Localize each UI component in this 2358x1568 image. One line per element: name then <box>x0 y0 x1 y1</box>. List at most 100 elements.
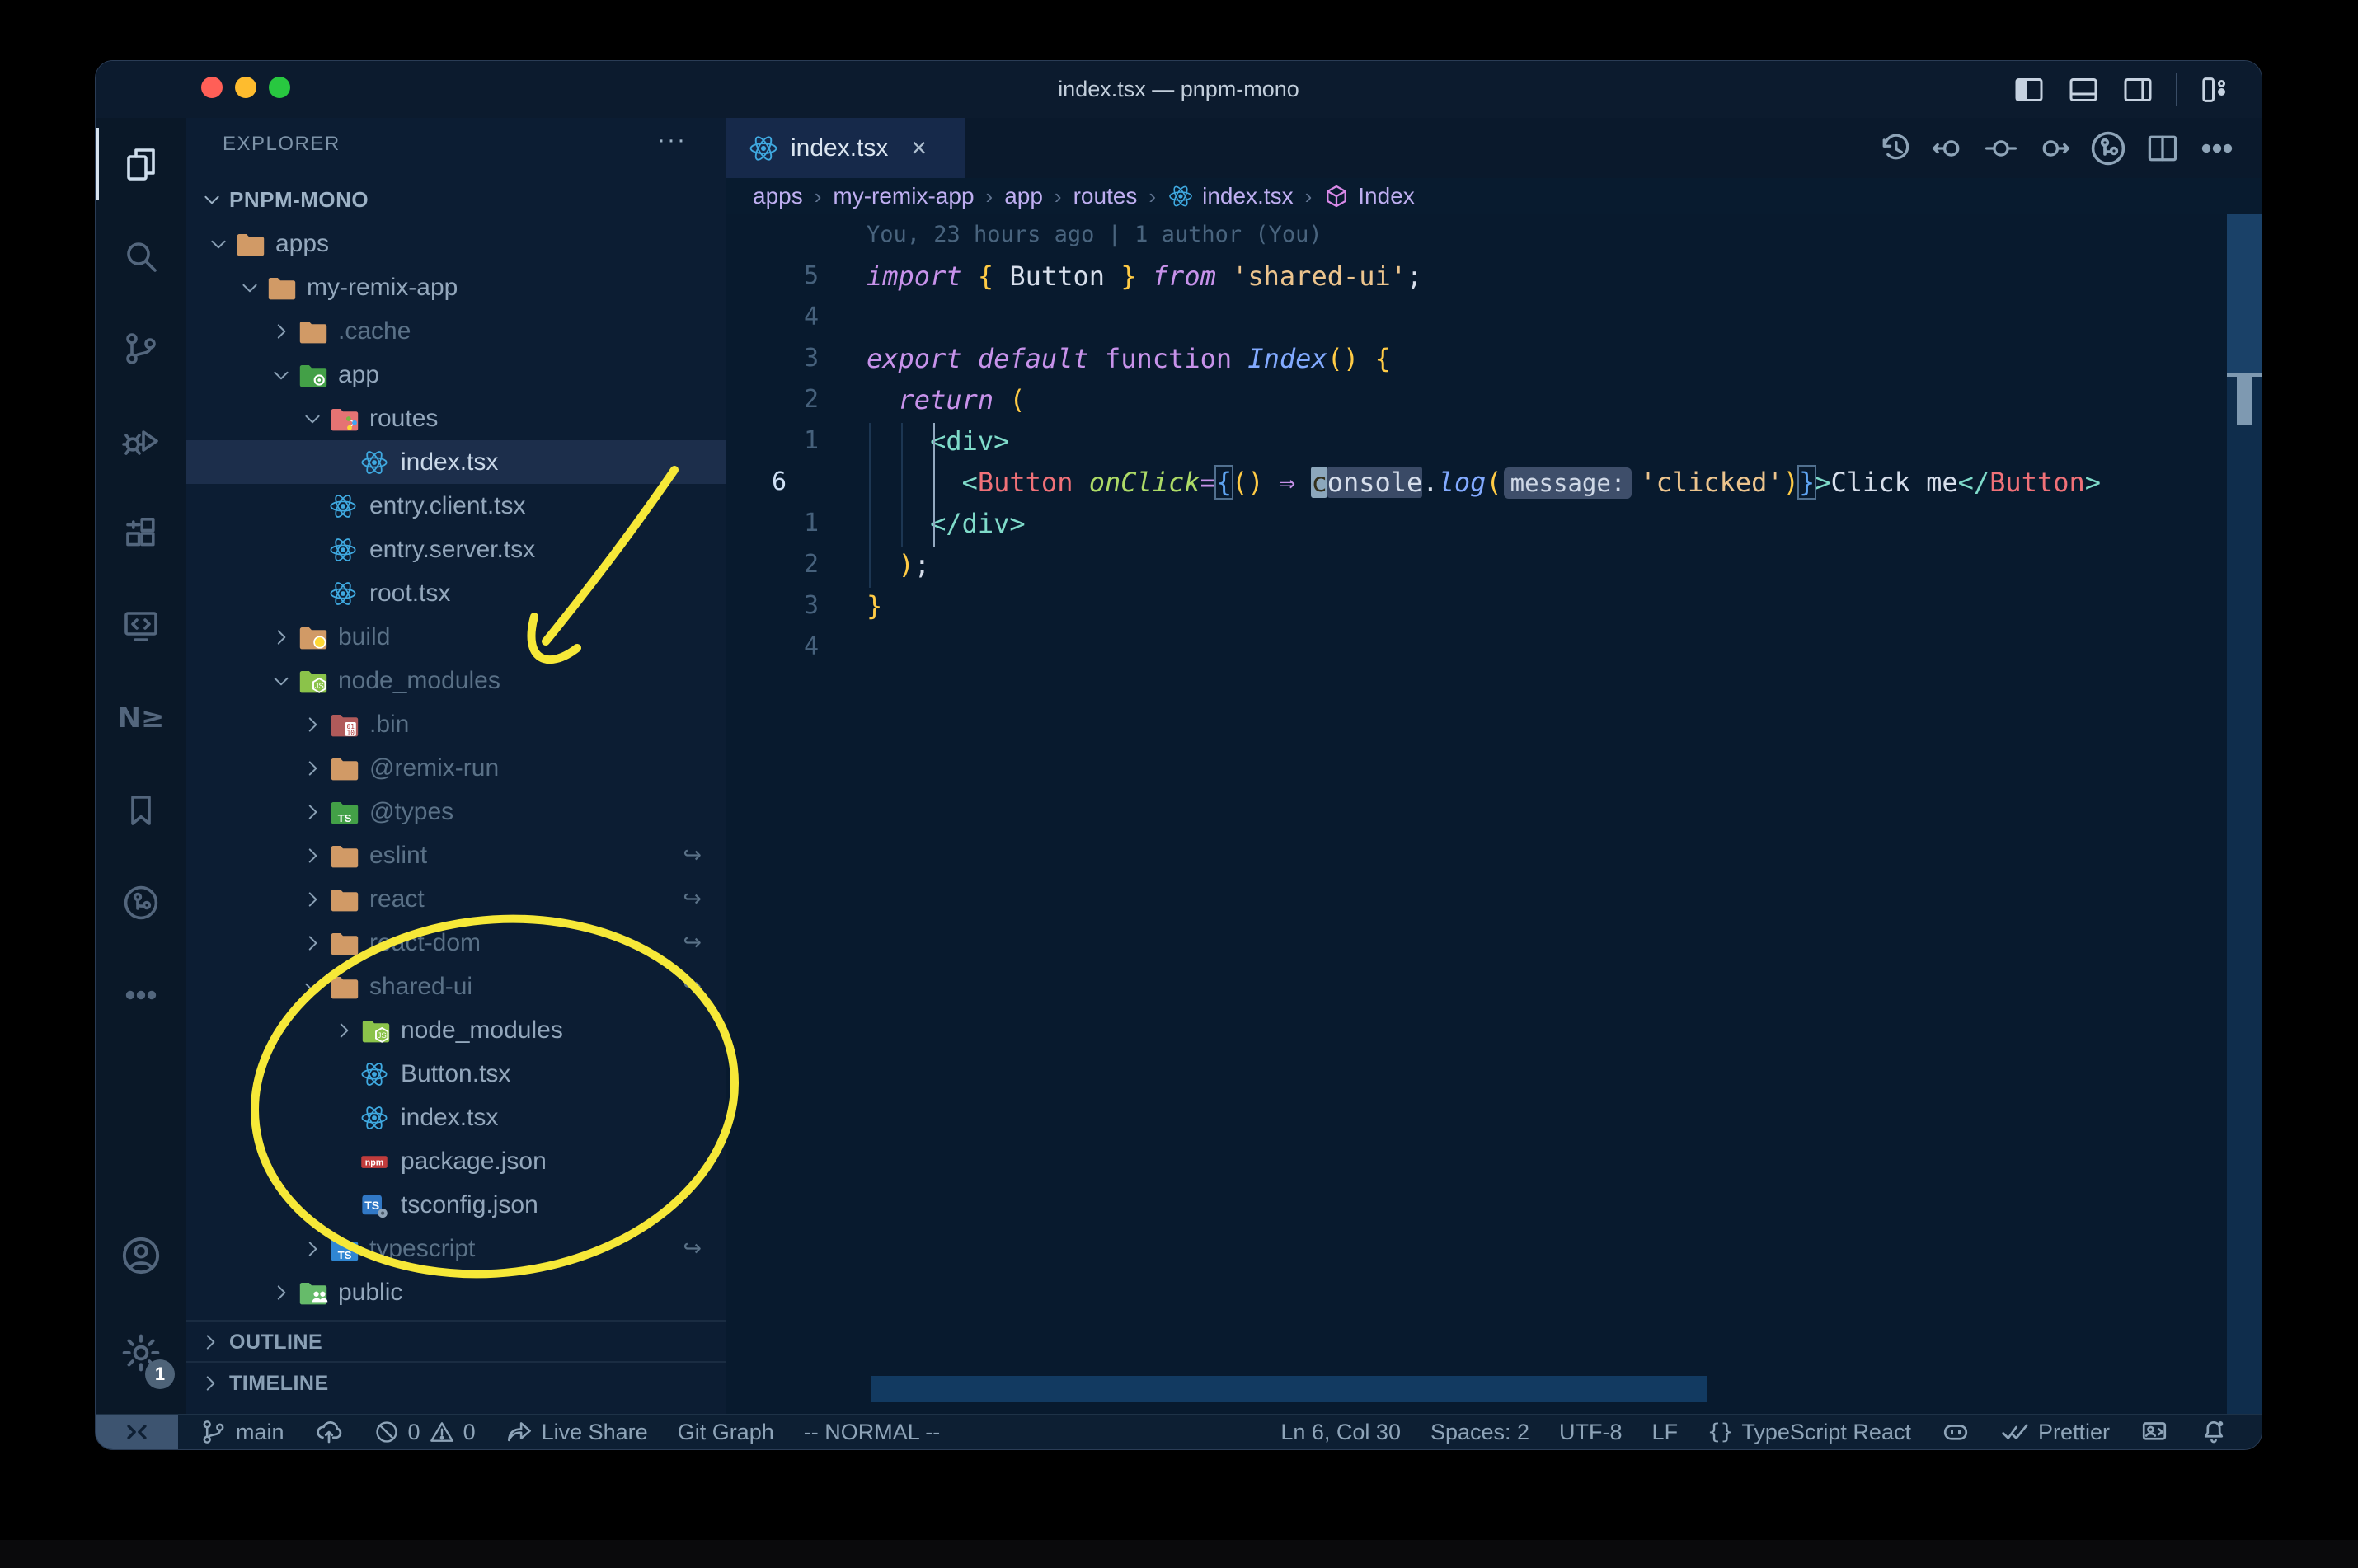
activity-run-debug-icon[interactable] <box>96 395 186 487</box>
tree-item-root-tsx[interactable]: root.tsx <box>186 571 726 615</box>
chevron-right-icon[interactable] <box>265 321 297 342</box>
breadcrumb-item-routes[interactable]: routes <box>1073 183 1138 209</box>
chevron-down-icon[interactable] <box>234 277 265 298</box>
tree-item-app[interactable]: app <box>186 353 726 397</box>
status-live-share[interactable]: Live Share <box>505 1418 648 1446</box>
vertical-scrollbar-slider[interactable] <box>2227 214 2262 377</box>
tree-item--remix-run[interactable]: @remix-run <box>186 746 726 790</box>
chevron-down-icon[interactable] <box>265 364 297 386</box>
timeline-section-header[interactable]: TIMELINE <box>186 1361 726 1404</box>
tree-item-index-tsx[interactable]: index.tsx <box>186 1096 726 1139</box>
chevron-right-icon[interactable] <box>297 845 328 866</box>
vertical-scrollbar[interactable] <box>2227 214 2262 1415</box>
activity-account-icon[interactable] <box>96 1214 186 1297</box>
breadcrumb-item-app[interactable]: app <box>1004 183 1043 209</box>
tree-item-package-json[interactable]: npm package.json <box>186 1139 726 1183</box>
tree-item-react-dom[interactable]: react-dom ↪ <box>186 921 726 965</box>
tree-item-public[interactable]: public <box>186 1270 726 1314</box>
breadcrumb-item-index-tsx[interactable]: index.tsx <box>1167 183 1294 209</box>
explorer-more-actions-icon[interactable]: ··· <box>657 126 687 154</box>
tree-item-node-modules[interactable]: JS node_modules <box>186 1008 726 1052</box>
status-language-mode[interactable]: {} TypeScript React <box>1707 1420 1911 1445</box>
code-editor[interactable]: You, 23 hours ago | 1 author (You) 5 impo… <box>726 214 2262 1415</box>
layout-customize-icon[interactable] <box>2199 73 2232 106</box>
gitlens-codelens[interactable]: You, 23 hours ago | 1 author (You) <box>726 214 2262 256</box>
status-prettier[interactable]: Prettier <box>2000 1417 2110 1447</box>
tree-item-label: entry.client.tsx <box>369 491 526 519</box>
status-cursor-position[interactable]: Ln 6, Col 30 <box>1280 1420 1401 1445</box>
horizontal-scrollbar-slider[interactable] <box>871 1376 1707 1402</box>
editor-action-split-editor-icon[interactable] <box>2144 130 2181 167</box>
chevron-right-icon[interactable] <box>328 1020 359 1041</box>
status-eol[interactable]: LF <box>1652 1420 1679 1445</box>
tree-item-typescript[interactable]: TS typescript ↪ <box>186 1227 726 1270</box>
tree-item-build[interactable]: build <box>186 615 726 659</box>
tree-item-eslint[interactable]: eslint ↪ <box>186 833 726 877</box>
status-vim-mode[interactable]: -- NORMAL -- <box>804 1420 940 1445</box>
tree-item-entry-server-tsx[interactable]: entry.server.tsx <box>186 528 726 571</box>
status-publish-changes[interactable] <box>314 1417 344 1447</box>
editor-action-prev-change-icon[interactable] <box>1930 130 1966 167</box>
tree-item--bin[interactable]: 01 10 .bin <box>186 702 726 746</box>
tree-item-index-tsx[interactable]: index.tsx <box>186 440 726 484</box>
status-git-graph[interactable]: Git Graph <box>678 1420 774 1445</box>
chevron-right-icon[interactable] <box>297 801 328 823</box>
status-copilot[interactable] <box>1941 1417 1970 1447</box>
activity-extensions-icon[interactable] <box>96 487 186 580</box>
chevron-down-icon[interactable] <box>203 233 234 255</box>
chevron-right-icon[interactable] <box>297 1238 328 1260</box>
chevron-right-icon[interactable] <box>297 889 328 910</box>
status-encoding[interactable]: UTF-8 <box>1559 1420 1623 1445</box>
tree-item-entry-client-tsx[interactable]: entry.client.tsx <box>186 484 726 528</box>
chevron-right-icon[interactable] <box>265 627 297 648</box>
tree-item-node-modules[interactable]: JS node_modules <box>186 659 726 702</box>
tree-item-shared-ui[interactable]: shared-ui ↪ <box>186 965 726 1008</box>
editor-action-history-icon[interactable] <box>1877 130 1914 167</box>
activity-more-icon[interactable] <box>96 949 186 1041</box>
tree-item--cache[interactable]: .cache <box>186 309 726 353</box>
activity-source-control-icon[interactable] <box>96 303 186 395</box>
tree-item-tsconfig-json[interactable]: TS tsconfig.json <box>186 1183 726 1227</box>
chevron-down-icon[interactable] <box>265 670 297 692</box>
editor-action-branch-circle-icon[interactable] <box>2088 129 2128 168</box>
chevron-right-icon[interactable] <box>297 714 328 735</box>
status-branch-indicator[interactable]: main <box>200 1418 284 1446</box>
close-tab-icon[interactable]: × <box>911 133 927 163</box>
status-problems[interactable]: 00 <box>373 1419 476 1445</box>
chevron-right-icon[interactable] <box>265 1282 297 1303</box>
tab-index-tsx[interactable]: index.tsx × <box>726 118 965 178</box>
activity-bookmarks-icon[interactable] <box>96 764 186 857</box>
outline-section-header[interactable]: OUTLINE <box>186 1320 726 1363</box>
remote-indicator[interactable] <box>96 1415 178 1449</box>
layout-panel-bottom-icon[interactable] <box>2067 73 2100 106</box>
chevron-right-icon[interactable] <box>297 932 328 954</box>
tree-item--types[interactable]: TS @types <box>186 790 726 833</box>
tree-item-my-remix-app[interactable]: my-remix-app <box>186 265 726 309</box>
layout-sidebar-left-icon[interactable] <box>2013 73 2046 106</box>
editor-action-next-change-icon[interactable] <box>2036 130 2072 167</box>
breadcrumb-item-index[interactable]: Index <box>1323 183 1415 209</box>
activity-bar: N≥ 1 <box>96 118 187 1415</box>
status-feedback[interactable] <box>2140 1417 2169 1447</box>
activity-remote-explorer-icon[interactable] <box>96 580 186 672</box>
chevron-right-icon[interactable] <box>297 758 328 779</box>
activity-gitlens-icon[interactable] <box>96 857 186 949</box>
tree-item-apps[interactable]: apps <box>186 222 726 265</box>
activity-settings-icon[interactable]: 1 <box>96 1312 186 1394</box>
breadcrumb-item-my-remix-app[interactable]: my-remix-app <box>833 183 974 209</box>
status-indentation[interactable]: Spaces: 2 <box>1430 1420 1529 1445</box>
activity-neovim-icon[interactable]: N≥ <box>96 672 186 764</box>
tree-item-react[interactable]: react ↪ <box>186 877 726 921</box>
chevron-down-icon[interactable] <box>297 408 328 430</box>
activity-files-icon[interactable] <box>96 118 186 210</box>
status-notifications[interactable] <box>2199 1417 2229 1447</box>
breadcrumb-item-apps[interactable]: apps <box>753 183 803 209</box>
layout-sidebar-right-icon[interactable] <box>2121 73 2154 106</box>
editor-action-change-icon[interactable] <box>1983 130 2019 167</box>
workspace-root-item[interactable]: PNPM-MONO <box>186 179 726 220</box>
activity-search-icon[interactable] <box>96 210 186 303</box>
chevron-down-icon[interactable] <box>297 976 328 998</box>
editor-action-more-dots-icon[interactable] <box>2197 129 2237 168</box>
tree-item-button-tsx[interactable]: Button.tsx <box>186 1052 726 1096</box>
tree-item-routes[interactable]: routes <box>186 397 726 440</box>
